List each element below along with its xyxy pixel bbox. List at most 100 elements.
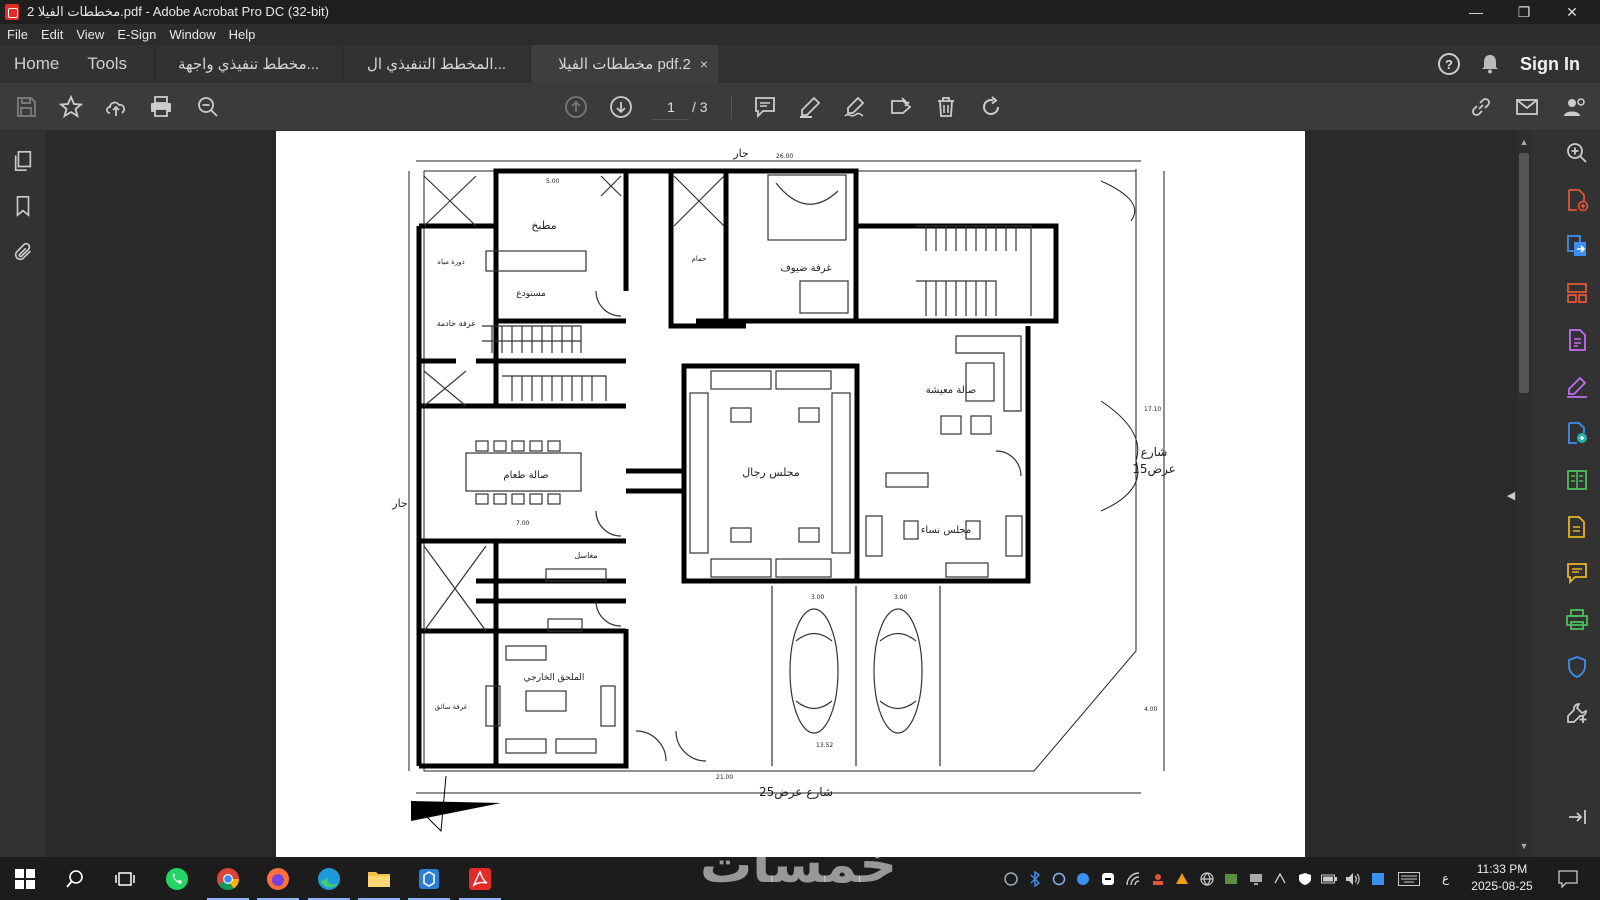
wifi-icon[interactable] <box>1125 871 1141 887</box>
menu-file[interactable]: File <box>7 27 28 42</box>
export-pdf-icon[interactable] <box>1563 232 1591 260</box>
comment-icon[interactable] <box>752 94 778 120</box>
request-signature-icon[interactable] <box>1563 419 1591 447</box>
star-bookmark-icon[interactable] <box>58 94 84 120</box>
label-store: مستودع <box>516 289 546 299</box>
attachments-paperclip-icon[interactable] <box>10 239 36 265</box>
menu-help[interactable]: Help <box>229 27 256 42</box>
document-viewer[interactable]: ◀ مطبخ مستودع غرفة خادمة غرفة ضيوف حمام … <box>45 131 1517 857</box>
tray-messenger-icon[interactable] <box>1075 871 1091 887</box>
minimize-button[interactable]: — <box>1452 0 1500 24</box>
acrobat-taskbar-icon[interactable] <box>459 864 501 900</box>
file-explorer-icon[interactable] <box>358 864 400 900</box>
tray-circle-icon[interactable] <box>1051 871 1067 887</box>
zoom-out-icon[interactable] <box>195 94 221 120</box>
vertical-scrollbar[interactable]: ▲ ▼ <box>1517 131 1531 857</box>
print-production-icon[interactable] <box>1563 606 1591 634</box>
document-tab-active[interactable]: مخططات الفيلا pdf.2 × <box>530 45 719 83</box>
save-icon[interactable] <box>13 94 39 120</box>
highlight-pen-icon[interactable] <box>797 94 823 120</box>
create-pdf-icon[interactable] <box>1563 186 1591 214</box>
tab-home[interactable]: Home <box>0 45 73 83</box>
restore-button[interactable]: ❐ <box>1500 0 1548 24</box>
share-link-icon[interactable] <box>1468 94 1494 120</box>
title-bar: مخططات الفيلا 2.pdf - Adobe Acrobat Pro … <box>0 0 1600 24</box>
volume-icon[interactable] <box>1345 871 1361 887</box>
send-for-review-icon[interactable] <box>1563 513 1591 541</box>
next-page-icon[interactable] <box>608 94 634 120</box>
bluetooth-icon[interactable] <box>1027 871 1043 887</box>
windows-taskbar: خمسات ع 11:33 PM 2025-08-25 <box>0 836 1600 900</box>
document-tab-label: مخطط تنفيذي واجهة... <box>177 56 320 73</box>
collapse-tools-pane-icon[interactable] <box>1563 803 1591 831</box>
label-womens-majlis: مجلس نساء <box>921 525 972 536</box>
pdf-page[interactable]: مطبخ مستودع غرفة خادمة غرفة ضيوف حمام صا… <box>276 131 1305 857</box>
menu-edit[interactable]: Edit <box>41 27 63 42</box>
email-icon[interactable] <box>1514 94 1540 120</box>
rotate-icon[interactable] <box>978 94 1004 120</box>
page-thumbnails-icon[interactable] <box>10 148 36 174</box>
zoom-in-icon[interactable] <box>1563 139 1591 167</box>
collapse-right-panel-icon[interactable]: ◀ <box>1506 488 1516 502</box>
comment-tool-icon[interactable] <box>1563 559 1591 587</box>
organize-pages-icon[interactable] <box>1563 279 1591 307</box>
edit-pdf-icon[interactable] <box>1563 326 1591 354</box>
globe-icon[interactable] <box>1199 871 1215 887</box>
fill-sign-icon[interactable] <box>1563 373 1591 401</box>
menu-view[interactable]: View <box>76 27 104 42</box>
menu-window[interactable]: Window <box>169 27 215 42</box>
previous-page-icon[interactable] <box>563 94 589 120</box>
help-icon[interactable]: ? <box>1438 53 1460 75</box>
toolbar-separator <box>731 95 732 119</box>
edge-icon[interactable] <box>308 864 350 900</box>
page-number-input[interactable]: 1 <box>653 94 689 120</box>
system-clock[interactable]: 11:33 PM 2025-08-25 <box>1462 861 1542 895</box>
label-mens-majlis: مجلس رجال <box>742 466 800 479</box>
tray-audio-icon[interactable] <box>1272 871 1288 887</box>
close-window-button[interactable]: ✕ <box>1548 0 1596 24</box>
sketchup-app-icon[interactable] <box>408 864 450 900</box>
close-tab-icon[interactable]: × <box>700 56 708 72</box>
search-icon[interactable] <box>60 864 90 894</box>
document-tab-1[interactable]: مخطط تنفيذي واجهة... <box>154 45 342 83</box>
label-sinks: مغاسل <box>574 551 597 560</box>
menu-bar: File Edit View E-Sign Window Help <box>0 24 1600 45</box>
print-icon[interactable] <box>148 94 174 120</box>
share-user-icon[interactable] <box>1561 94 1587 120</box>
battery-icon[interactable] <box>1321 871 1337 887</box>
tray-user-icon[interactable] <box>1150 871 1166 887</box>
tray-screen-icon[interactable] <box>1248 871 1264 887</box>
windows-start-icon[interactable] <box>10 864 40 894</box>
document-tab-2[interactable]: المخطط التنفيذي ال... <box>342 45 530 83</box>
draw-sign-icon[interactable] <box>842 94 868 120</box>
notifications-bell-icon[interactable] <box>1480 54 1500 74</box>
sign-in-button[interactable]: Sign In <box>1520 54 1580 75</box>
task-view-icon[interactable] <box>110 864 140 894</box>
bookmarks-icon[interactable] <box>10 193 36 219</box>
compare-files-icon[interactable] <box>1563 466 1591 494</box>
upload-cloud-icon[interactable] <box>103 94 129 120</box>
whatsapp-icon[interactable] <box>162 864 192 894</box>
scroll-down-icon[interactable]: ▼ <box>1517 839 1531 853</box>
scroll-thumb[interactable] <box>1519 153 1529 393</box>
tray-box-icon[interactable] <box>1100 871 1116 887</box>
menu-esign[interactable]: E-Sign <box>117 27 156 42</box>
notifications-center-icon[interactable] <box>1557 870 1579 888</box>
tray-app-icon[interactable] <box>1003 871 1019 887</box>
tray-orange-icon[interactable] <box>1174 871 1190 887</box>
security-shield-icon[interactable] <box>1297 871 1313 887</box>
input-language-indicator[interactable]: ع <box>1442 871 1449 885</box>
chrome-icon[interactable] <box>207 864 249 900</box>
label-annex: الملحق الخارجي <box>524 673 585 683</box>
protect-shield-icon[interactable] <box>1563 653 1591 681</box>
tray-green-icon[interactable] <box>1223 871 1239 887</box>
stamp-icon[interactable] <box>888 94 914 120</box>
tray-blue-icon[interactable] <box>1370 871 1386 887</box>
scroll-up-icon[interactable]: ▲ <box>1517 135 1531 149</box>
firefox-icon[interactable] <box>257 864 299 900</box>
tab-tools[interactable]: Tools <box>73 45 141 83</box>
more-tools-icon[interactable] <box>1563 699 1591 727</box>
delete-trash-icon[interactable] <box>933 94 959 120</box>
label-maid-room: غرفة خادمة <box>437 319 476 328</box>
touch-keyboard-icon[interactable] <box>1397 871 1421 887</box>
